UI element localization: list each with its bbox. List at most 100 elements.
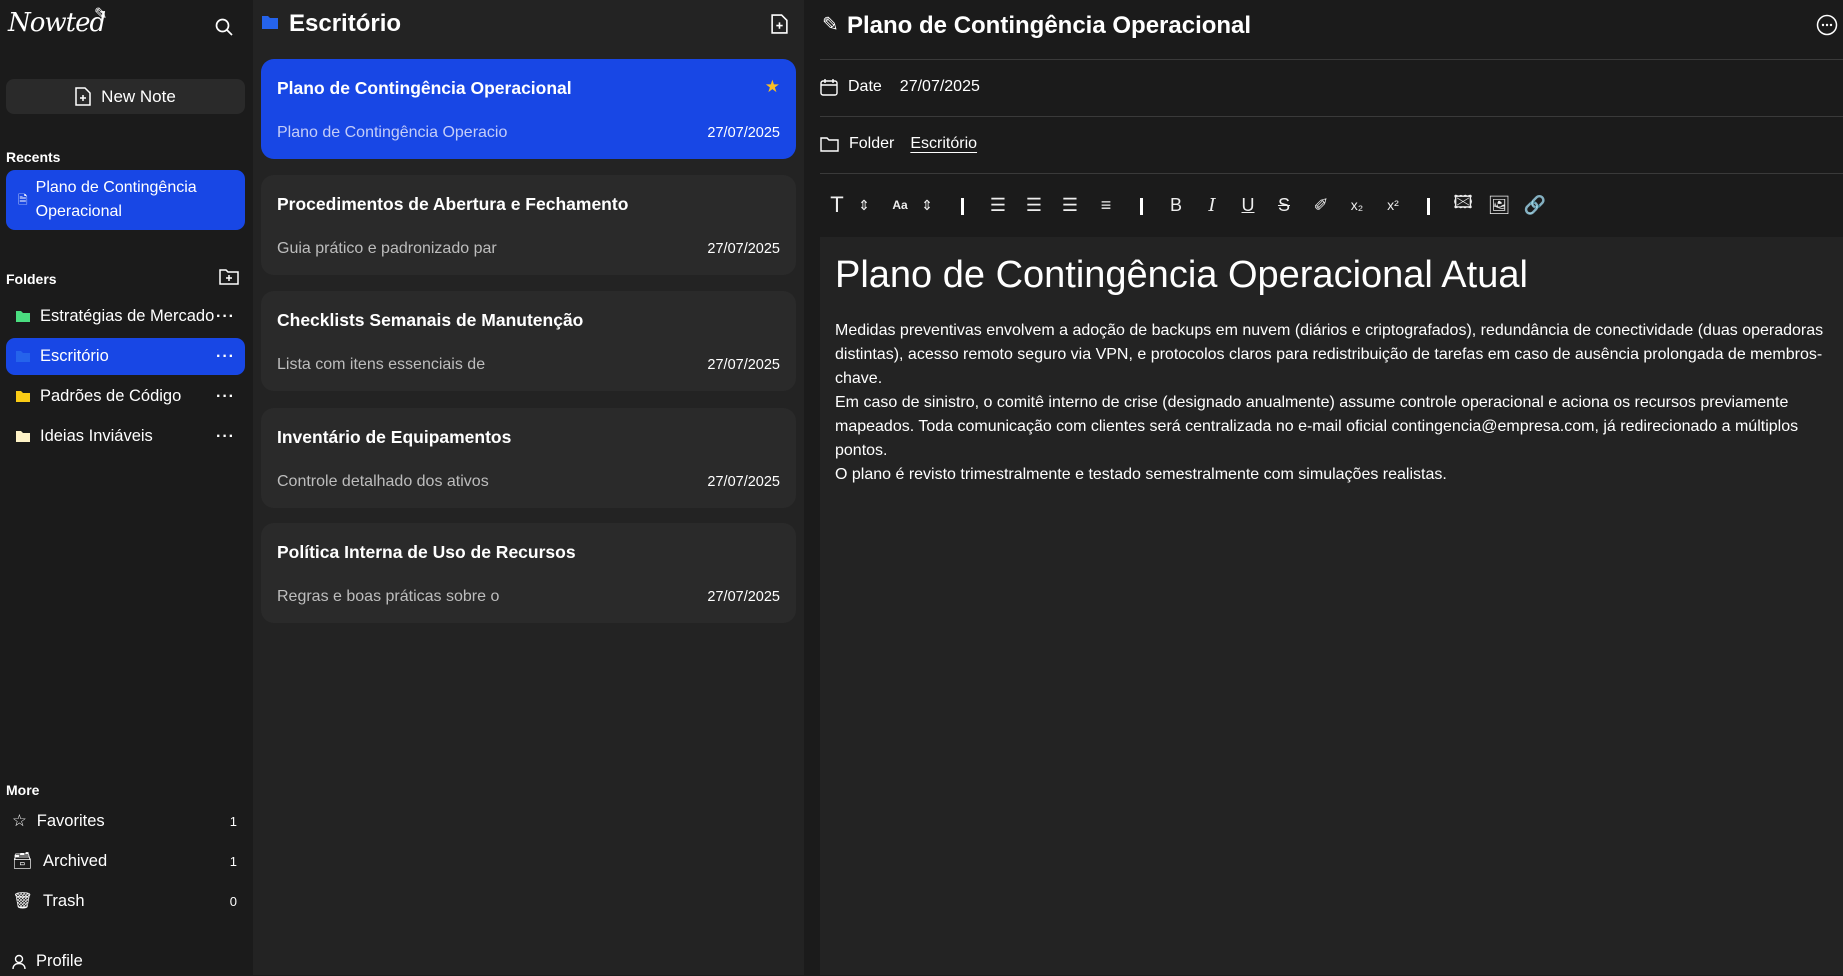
folder-title: Escritório xyxy=(289,10,402,37)
favorites-item[interactable]: ☆ Favorites 1 xyxy=(12,806,237,836)
recents-heading: Recents xyxy=(6,149,61,165)
chevron-updown-icon[interactable]: ⇕ xyxy=(914,193,940,217)
note-card[interactable]: Plano de Contingência Operacional ★ Plan… xyxy=(261,59,796,159)
more-options-icon[interactable] xyxy=(1816,14,1838,36)
note-card[interactable]: Política Interna de Uso de Recursos Regr… xyxy=(261,523,796,623)
strikethrough-icon[interactable]: S xyxy=(1271,193,1297,217)
recent-item[interactable]: 🗎 Plano de Contingência Operacional xyxy=(6,170,245,230)
folder-icon xyxy=(16,391,30,402)
add-folder-icon[interactable] xyxy=(219,268,239,285)
more-options-icon[interactable]: ··· xyxy=(216,348,235,366)
archived-item[interactable]: 🗃 Archived 1 xyxy=(12,846,237,876)
user-icon xyxy=(12,954,26,969)
folder-label: Estratégias de Mercado xyxy=(40,307,215,325)
highlighter-icon[interactable]: ✐ xyxy=(1308,193,1334,217)
new-note-label: New Note xyxy=(101,86,176,106)
chevron-updown-icon[interactable]: ⇕ xyxy=(851,193,877,217)
folder-item-estrategias[interactable]: Estratégias de Mercado ··· xyxy=(6,298,245,335)
text-style-icon[interactable]: T xyxy=(824,192,850,217)
align-left-icon[interactable]: ☰ xyxy=(985,193,1011,217)
folder-icon xyxy=(16,351,30,362)
note-title: Procedimentos de Abertura e Fechamento xyxy=(277,194,629,214)
folder-link[interactable]: Escritório xyxy=(910,135,977,153)
align-right-icon[interactable]: ☰ xyxy=(1057,193,1083,217)
folder-label: Padrões de Código xyxy=(40,387,182,405)
date-value: 27/07/2025 xyxy=(899,78,980,95)
align-center-icon[interactable]: ☰ xyxy=(1021,193,1047,217)
editor-content[interactable]: Plano de Contingência Operacional Atual … xyxy=(820,237,1843,975)
folders-heading: Folders xyxy=(6,271,57,287)
note-snippet: Guia prático e padronizado par xyxy=(277,240,497,257)
edit-icon[interactable]: ✎ xyxy=(822,12,839,37)
folder-label: Ideias Inviáveis xyxy=(40,427,153,445)
folder-icon xyxy=(16,431,30,442)
add-image-icon[interactable]: 🖾 xyxy=(1450,192,1476,217)
archived-label: Archived xyxy=(42,851,108,870)
align-justify-icon[interactable]: ≡ xyxy=(1093,193,1119,217)
star-icon: ☆ xyxy=(12,812,27,830)
folder-item-padroes[interactable]: Padrões de Código ··· xyxy=(6,378,245,415)
note-card[interactable]: Inventário de Equipamentos Controle deta… xyxy=(261,408,796,508)
note-snippet: Plano de Contingência Operacio xyxy=(277,124,508,141)
divider xyxy=(820,59,1843,60)
trash-count: 0 xyxy=(229,893,237,909)
folder-icon xyxy=(16,311,30,322)
divider xyxy=(820,173,1843,174)
new-note-button[interactable]: New Note xyxy=(6,79,245,114)
favorites-count: 1 xyxy=(229,813,237,829)
editor-panel: ✎ Plano de Contingência Operacional Date… xyxy=(804,0,1843,975)
archive-icon: 🗃 xyxy=(12,851,33,870)
italic-icon[interactable]: I xyxy=(1199,193,1225,217)
paragraph: O plano é revisto trimestralmente e test… xyxy=(835,466,1447,483)
note-snippet: Regras e boas práticas sobre o xyxy=(277,588,500,605)
recent-item-label: Plano de Contingência Operacional xyxy=(35,179,197,220)
more-options-icon[interactable]: ··· xyxy=(216,428,235,446)
archived-count: 1 xyxy=(229,853,237,869)
star-icon: ★ xyxy=(764,77,780,96)
app-logo: Nowted xyxy=(8,8,106,38)
note-date: 27/07/2025 xyxy=(707,589,780,605)
date-label: Date xyxy=(848,78,882,95)
note-card[interactable]: Procedimentos de Abertura e Fechamento G… xyxy=(261,175,796,275)
note-title: Plano de Contingência Operacional xyxy=(277,78,572,98)
search-icon[interactable] xyxy=(214,17,234,37)
divider xyxy=(820,116,1843,117)
folder-outline-icon xyxy=(820,137,839,152)
paragraph: Em caso de sinistro, o comitê interno de… xyxy=(835,394,1799,459)
more-options-icon[interactable]: ··· xyxy=(216,308,235,326)
folder-item-ideias[interactable]: Ideias Inviáveis ··· xyxy=(6,418,245,455)
file-plus-icon xyxy=(75,87,91,106)
link-icon[interactable]: 🔗 xyxy=(1522,193,1548,217)
superscript-icon[interactable]: x² xyxy=(1380,193,1406,217)
note-title: Checklists Semanais de Manutenção xyxy=(277,310,584,330)
more-options-icon[interactable]: ··· xyxy=(216,388,235,406)
font-size-icon[interactable]: Aa xyxy=(887,193,913,217)
notes-list-panel: Escritório Plano de Contingência Operaci… xyxy=(253,0,804,975)
note-date: 27/07/2025 xyxy=(707,125,780,141)
trash-item[interactable]: 🗑 Trash 0 xyxy=(12,886,237,916)
note-body: Medidas preventivas envolvem a adoção de… xyxy=(835,319,1825,487)
folder-item-escritorio[interactable]: Escritório ··· xyxy=(6,338,245,375)
paragraph: Medidas preventivas envolvem a adoção de… xyxy=(835,322,1824,387)
note-title: Inventário de Equipamentos xyxy=(277,427,512,447)
calendar-icon xyxy=(820,79,838,96)
subscript-icon[interactable]: x₂ xyxy=(1344,193,1370,217)
new-note-icon[interactable] xyxy=(771,14,788,34)
bold-icon[interactable]: B xyxy=(1163,193,1189,217)
trash-label: Trash xyxy=(42,891,85,910)
note-title-field[interactable]: Plano de Contingência Operacional xyxy=(847,12,1251,40)
upload-image-icon[interactable]: 🖼 xyxy=(1486,193,1512,217)
more-heading: More xyxy=(6,782,40,798)
note-date: 27/07/2025 xyxy=(707,241,780,257)
profile-item[interactable]: Profile xyxy=(12,946,237,976)
note-snippet: Controle detalhado dos ativos xyxy=(277,473,489,490)
folder-label: Folder xyxy=(849,135,895,152)
note-card[interactable]: Checklists Semanais de Manutenção Lista … xyxy=(261,291,796,391)
pen-icon: ✎ xyxy=(94,6,108,23)
toolbar-separator xyxy=(1140,198,1143,215)
folder-label: Escritório xyxy=(40,347,109,365)
date-row: Date 27/07/2025 xyxy=(820,78,980,96)
note-title: Política Interna de Uso de Recursos xyxy=(277,542,576,562)
underline-icon[interactable]: U xyxy=(1235,193,1261,217)
toolbar-separator xyxy=(961,198,964,215)
